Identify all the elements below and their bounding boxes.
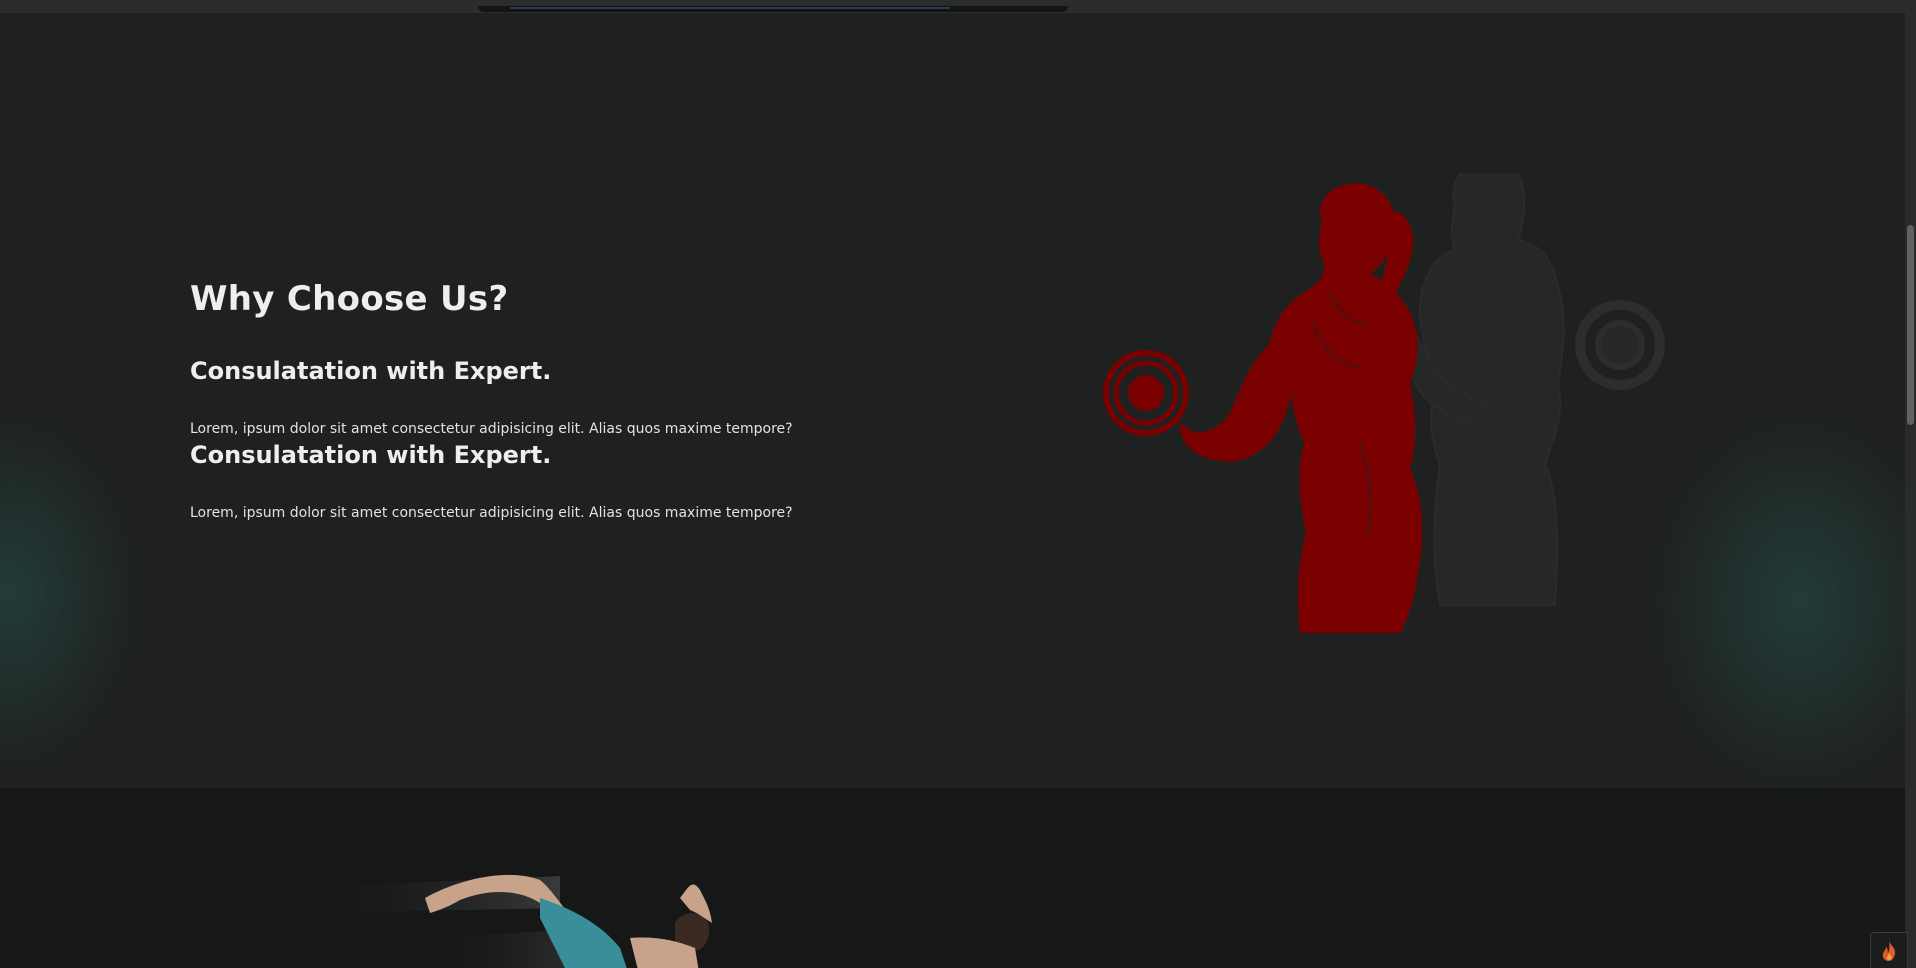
feature-heading: Consulatation with Expert. (190, 357, 552, 385)
flame-icon (1882, 941, 1896, 961)
previous-section-edge (0, 0, 1905, 14)
corner-widget[interactable] (1870, 932, 1908, 968)
woman-lifting-dumbbell-silhouette (1103, 173, 1665, 633)
red-figure (1103, 183, 1423, 633)
feature-description: Lorem, ipsum dolor sit amet consectetur … (190, 421, 793, 437)
athlete-jumping-photo (300, 874, 712, 968)
shadow-figure (1406, 173, 1665, 606)
feature-description: Lorem, ipsum dolor sit amet consectetur … (190, 505, 793, 521)
scrollbar-thumb[interactable] (1907, 225, 1914, 425)
next-section (0, 788, 1905, 968)
feature-heading: Consulatation with Expert. (190, 441, 552, 469)
left-teal-glow (0, 413, 140, 773)
why-choose-us-section: Why Choose Us? Consulatation with Expert… (0, 13, 1905, 788)
previous-section-accent-line (510, 7, 950, 9)
vertical-scrollbar[interactable] (1905, 0, 1916, 968)
section-title: Why Choose Us? (190, 279, 509, 319)
page: Why Choose Us? Consulatation with Expert… (0, 0, 1916, 968)
